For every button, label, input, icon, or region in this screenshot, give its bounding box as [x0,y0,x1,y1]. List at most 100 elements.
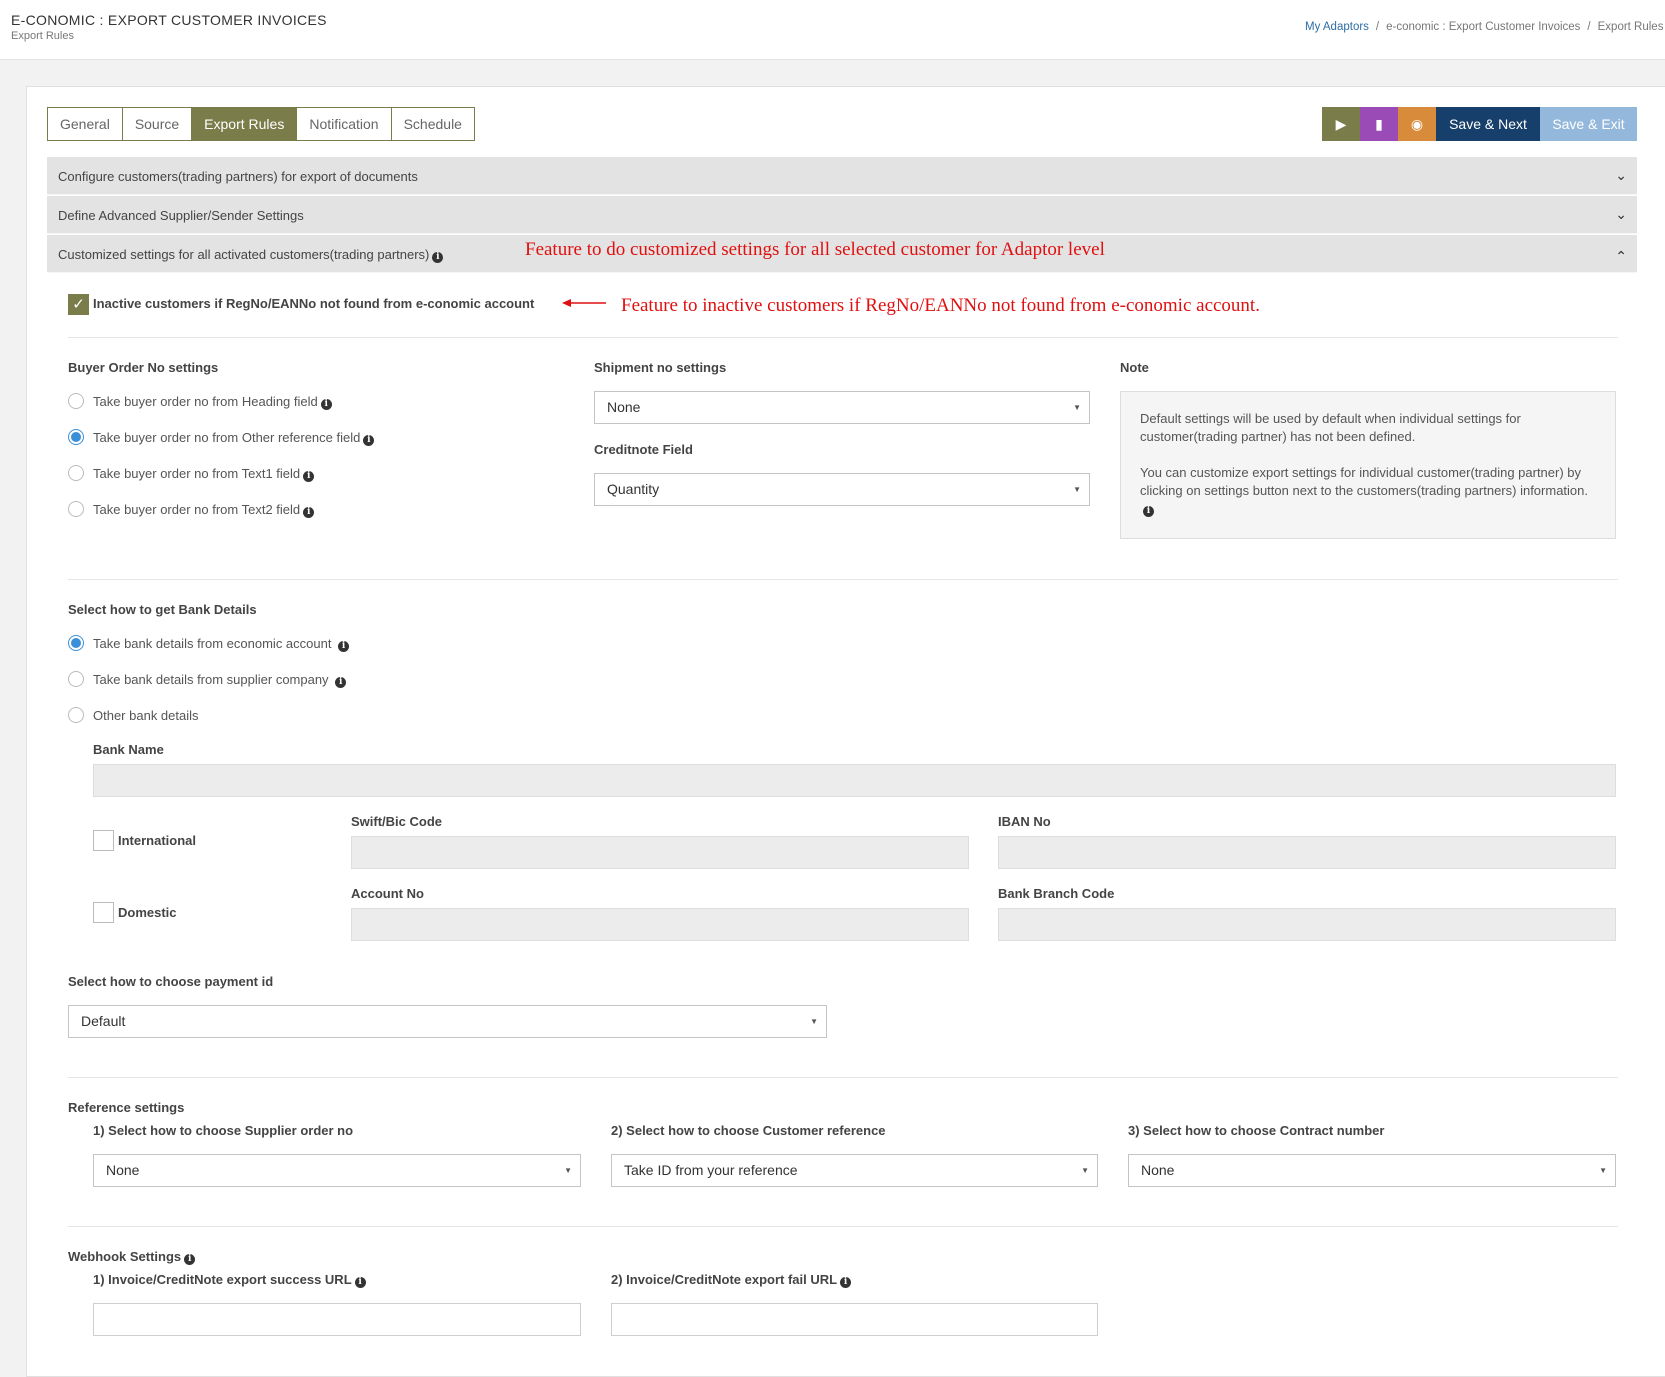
info-icon[interactable]: i [363,435,375,446]
buyer-order-text1-radio[interactable] [68,465,84,481]
caret-down-icon: ▼ [810,1017,818,1026]
shipment-select[interactable]: None ▼ [594,391,1090,424]
swift-label: Swift/Bic Code [351,814,443,829]
top-header: E-CONOMIC : EXPORT CUSTOMER INVOICES Exp… [0,0,1665,60]
run-button[interactable]: ▶ [1322,107,1360,141]
customer-reference-select[interactable]: Take ID from your reference ▼ [611,1154,1098,1187]
contract-number-select[interactable]: None ▼ [1128,1154,1616,1187]
account-label: Account No [351,886,424,901]
branch-label: Bank Branch Code [998,886,1115,901]
divider [68,1077,1618,1078]
dashboard-button[interactable]: ◉ [1398,107,1436,141]
info-icon[interactable]: i [338,641,350,652]
bank-name-label: Bank Name [93,742,164,757]
buyer-order-other-ref-label: Take buyer order no from Other reference… [93,430,375,446]
breadcrumb-separator: / [1375,21,1380,33]
international-label: International [118,833,197,848]
save-exit-button[interactable]: Save & Exit [1540,107,1637,141]
accordion-advanced-supplier[interactable]: Define Advanced Supplier/Sender Settings… [47,196,1637,234]
chevron-up-icon: ⌃ [1615,248,1627,264]
info-icon[interactable]: i [1143,506,1154,517]
play-icon: ▶ [1335,116,1347,132]
action-toolbar: ▶ ▮ ◉ Save & Next Save & Exit [1322,107,1637,141]
bank-economic-label: Take bank details from economic account … [93,636,350,652]
accordion-label: Define Advanced Supplier/Sender Settings [58,208,304,223]
caret-down-icon: ▼ [1081,1166,1089,1175]
international-checkbox[interactable] [93,830,114,851]
inactive-customers-label: Inactive customers if RegNo/EANNo not fo… [93,296,535,311]
info-icon[interactable]: i [335,677,347,688]
info-icon[interactable]: i [184,1254,196,1265]
buyer-order-text2-label: Take buyer order no from Text2 field i [93,502,315,518]
bank-other-radio[interactable] [68,707,84,723]
buyer-order-other-ref-radio[interactable] [68,429,84,445]
save-next-button[interactable]: Save & Next [1436,107,1540,141]
bank-supplier-label: Take bank details from supplier company … [93,672,347,688]
payment-select[interactable]: Default ▼ [68,1005,827,1038]
shipment-title: Shipment no settings [594,360,727,375]
info-icon[interactable]: i [320,399,332,410]
payment-select-value: Default [81,1013,126,1029]
breadcrumb-separator: / [1587,21,1591,33]
swift-input[interactable] [351,836,969,869]
info-icon[interactable]: i [432,252,444,263]
note-paragraph-1: Default settings will be used by default… [1140,411,1521,444]
info-icon[interactable]: i [354,1277,366,1288]
webhook-fail-label: 2) Invoice/CreditNote export fail URL i [611,1272,852,1288]
domestic-label: Domestic [118,905,177,920]
log-button[interactable]: ▮ [1360,107,1398,141]
tab-general[interactable]: General [48,108,123,140]
shipment-select-value: None [607,399,641,415]
breadcrumb: My Adaptors / e-conomic : Export Customer … [1305,21,1665,33]
divider [68,579,1618,580]
customer-reference-value: Take ID from your reference [624,1162,798,1178]
caret-down-icon: ▼ [1073,485,1081,494]
buyer-order-title: Buyer Order No settings [68,360,219,375]
tab-source[interactable]: Source [122,108,193,140]
tab-export-rules[interactable]: Export Rules [192,108,298,140]
tab-schedule[interactable]: Schedule [391,108,474,140]
bank-title: Select how to get Bank Details [68,602,257,617]
supplier-order-select[interactable]: None ▼ [93,1154,581,1187]
annotation-inactive-customers: Feature to inactive customers if RegNo/E… [621,295,1260,316]
creditnote-select-value: Quantity [607,481,660,497]
creditnote-title: Creditnote Field [594,442,693,457]
bank-economic-radio[interactable] [68,635,84,651]
chevron-down-icon: ⌄ [1615,206,1627,222]
inactive-customers-checkbox[interactable]: ✓ [68,294,89,315]
webhook-success-label: 1) Invoice/CreditNote export success URL… [93,1272,366,1288]
tab-bar: General Source Export Rules Notification… [47,107,475,141]
creditnote-select[interactable]: Quantity ▼ [594,473,1090,506]
buyer-order-heading-label: Take buyer order no from Heading field i [93,394,332,410]
iban-input[interactable] [998,836,1616,869]
accordion-configure-customers[interactable]: Configure customers(trading partners) fo… [47,157,1637,195]
tab-notification[interactable]: Notification [297,108,392,140]
info-icon[interactable]: i [303,471,315,482]
contract-number-value: None [1141,1162,1175,1178]
bank-other-label: Other bank details [93,708,199,723]
iban-label: IBAN No [998,814,1051,829]
info-icon[interactable]: i [303,507,315,518]
webhook-success-input[interactable] [93,1303,581,1336]
breadcrumb-adaptor[interactable]: e-conomic : Export Customer Invoices [1386,21,1580,33]
annotation-arrow-icon [562,299,606,307]
bank-name-input[interactable] [93,764,1616,797]
webhook-title: Webhook Settings i [68,1249,196,1265]
buyer-order-heading-radio[interactable] [68,393,84,409]
webhook-fail-input[interactable] [611,1303,1098,1336]
info-icon[interactable]: i [840,1277,852,1288]
domestic-checkbox[interactable] [93,902,114,923]
bank-supplier-radio[interactable] [68,671,84,687]
buyer-order-text2-radio[interactable] [68,501,84,517]
account-input[interactable] [351,908,969,941]
caret-down-icon: ▼ [1599,1166,1607,1175]
accordion-label: Configure customers(trading partners) fo… [58,169,418,184]
breadcrumb-my-adaptors[interactable]: My Adaptors [1305,21,1369,33]
buyer-order-text1-label: Take buyer order no from Text1 field i [93,466,315,482]
customer-reference-label: 2) Select how to choose Customer referen… [611,1123,886,1138]
accordion-label: Customized settings for all activated cu… [58,247,444,263]
note-title: Note [1120,360,1149,375]
branch-input[interactable] [998,908,1616,941]
caret-down-icon: ▼ [1073,403,1081,412]
divider [68,1226,1618,1227]
